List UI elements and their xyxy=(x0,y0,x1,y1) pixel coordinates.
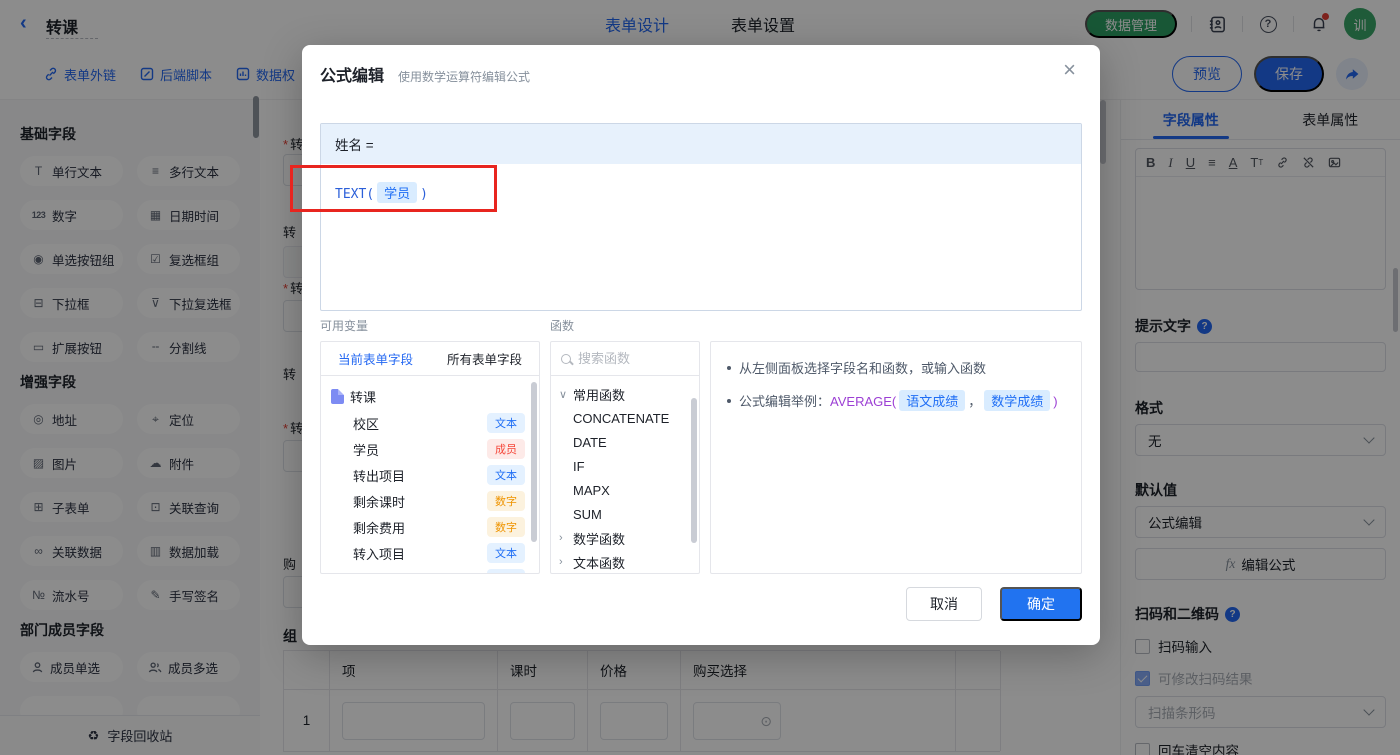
modal-footer: 取消 确定 xyxy=(906,587,1082,621)
variable-row[interactable]: 转出项目 文本 xyxy=(331,462,529,488)
tab-all-form-fields[interactable]: 所有表单字段 xyxy=(430,342,539,375)
confirm-button[interactable]: 确定 xyxy=(1000,587,1082,621)
close-icon[interactable]: × xyxy=(1063,59,1076,81)
function-item[interactable]: SUM xyxy=(551,502,699,526)
function-item[interactable]: MAPX xyxy=(551,478,699,502)
function-item[interactable]: DATE xyxy=(551,430,699,454)
variable-row[interactable]: 文本 xyxy=(331,566,529,573)
modal-header: 公式编辑 使用数学运算符编辑公式 xyxy=(320,62,530,86)
example-function-token: AVERAGE xyxy=(830,394,892,409)
formula-function-token: TEXT xyxy=(335,187,367,202)
search-icon xyxy=(561,353,571,364)
functions-label: 函数 xyxy=(550,319,575,333)
tip-line: 从左侧面板选择字段名和函数，或输入函数 xyxy=(727,358,1065,377)
example-field-chip: 语文成绩 xyxy=(899,390,966,411)
type-badge: 文本 xyxy=(487,543,525,563)
tab-current-form-fields[interactable]: 当前表单字段 xyxy=(321,342,430,375)
function-category-common[interactable]: ∨ 常用函数 xyxy=(551,382,699,406)
app-root: ‹ 转课 表单设计 表单设置 数据管理 ? 训 表单外链 后端脚本 数据权 预览… xyxy=(0,0,1400,755)
function-search xyxy=(551,342,699,376)
bullet-icon xyxy=(727,366,731,370)
variable-row[interactable]: 剩余费用 数字 xyxy=(331,514,529,540)
function-item[interactable]: IF xyxy=(551,454,699,478)
cancel-button[interactable]: 取消 xyxy=(906,587,982,621)
function-item[interactable]: CONCATENATE xyxy=(551,406,699,430)
variables-tree: 转课 校区 文本 学员 成员 转出项目 文本 剩余课时 数字 剩余费用 数字 转入项目 文本… xyxy=(321,376,539,573)
type-badge: 文本 xyxy=(487,465,525,485)
function-category-math[interactable]: › 数学函数 xyxy=(551,526,699,550)
chevron-collapsed-icon: › xyxy=(559,556,563,568)
variable-row[interactable]: 学员 成员 xyxy=(331,436,529,462)
type-badge: 数字 xyxy=(487,517,525,537)
variable-row[interactable]: 转入项目 文本 xyxy=(331,540,529,566)
tips-panel: 从左侧面板选择字段名和函数，或输入函数 公式编辑举例：AVERAGE(语文成绩，… xyxy=(710,341,1082,574)
tip-example-line: 公式编辑举例：AVERAGE(语文成绩，数学成绩) xyxy=(727,390,1065,411)
chevron-collapsed-icon: › xyxy=(559,532,563,544)
formula-edit-modal: 公式编辑 使用数学运算符编辑公式 × 姓名 = TEXT(学员) 可用变量 函数… xyxy=(302,45,1100,645)
variables-tabs: 当前表单字段 所有表单字段 xyxy=(321,342,539,376)
form-file-icon xyxy=(331,388,344,404)
functions-panel: ∨常用函数 CONCATENATE DATE IF MAPX SUM ›数学函数… xyxy=(550,341,700,574)
variable-row[interactable]: 剩余课时 数字 xyxy=(331,488,529,514)
formula-input-area[interactable]: TEXT(学员) xyxy=(321,164,1081,221)
modal-title: 公式编辑 xyxy=(320,68,385,85)
bullet-icon xyxy=(727,399,731,403)
type-badge: 成员 xyxy=(487,439,525,459)
modal-subtitle: 使用数学运算符编辑公式 xyxy=(398,70,531,84)
type-badge: 数字 xyxy=(487,491,525,511)
type-badge: 文本 xyxy=(487,569,525,573)
example-field-chip: 数学成绩 xyxy=(984,390,1051,411)
variables-label: 可用变量 xyxy=(320,319,369,333)
variables-panel: 当前表单字段 所有表单字段 转课 校区 文本 学员 成员 转出项目 文本 剩余课时 数字… xyxy=(320,341,540,574)
function-search-input[interactable] xyxy=(578,351,668,366)
formula-editor-box: 姓名 = TEXT(学员) xyxy=(320,123,1082,311)
variable-row[interactable]: 校区 文本 xyxy=(331,410,529,436)
function-category-text[interactable]: › 文本函数 xyxy=(551,550,699,573)
variables-scrollbar[interactable] xyxy=(531,382,537,542)
type-badge: 文本 xyxy=(487,413,525,433)
chevron-expanded-icon: ∨ xyxy=(559,388,568,401)
field-chip[interactable]: 学员 xyxy=(377,182,418,203)
formula-target: 姓名 = xyxy=(321,124,1081,164)
functions-scrollbar[interactable] xyxy=(691,398,697,543)
form-node[interactable]: 转课 xyxy=(331,382,529,410)
